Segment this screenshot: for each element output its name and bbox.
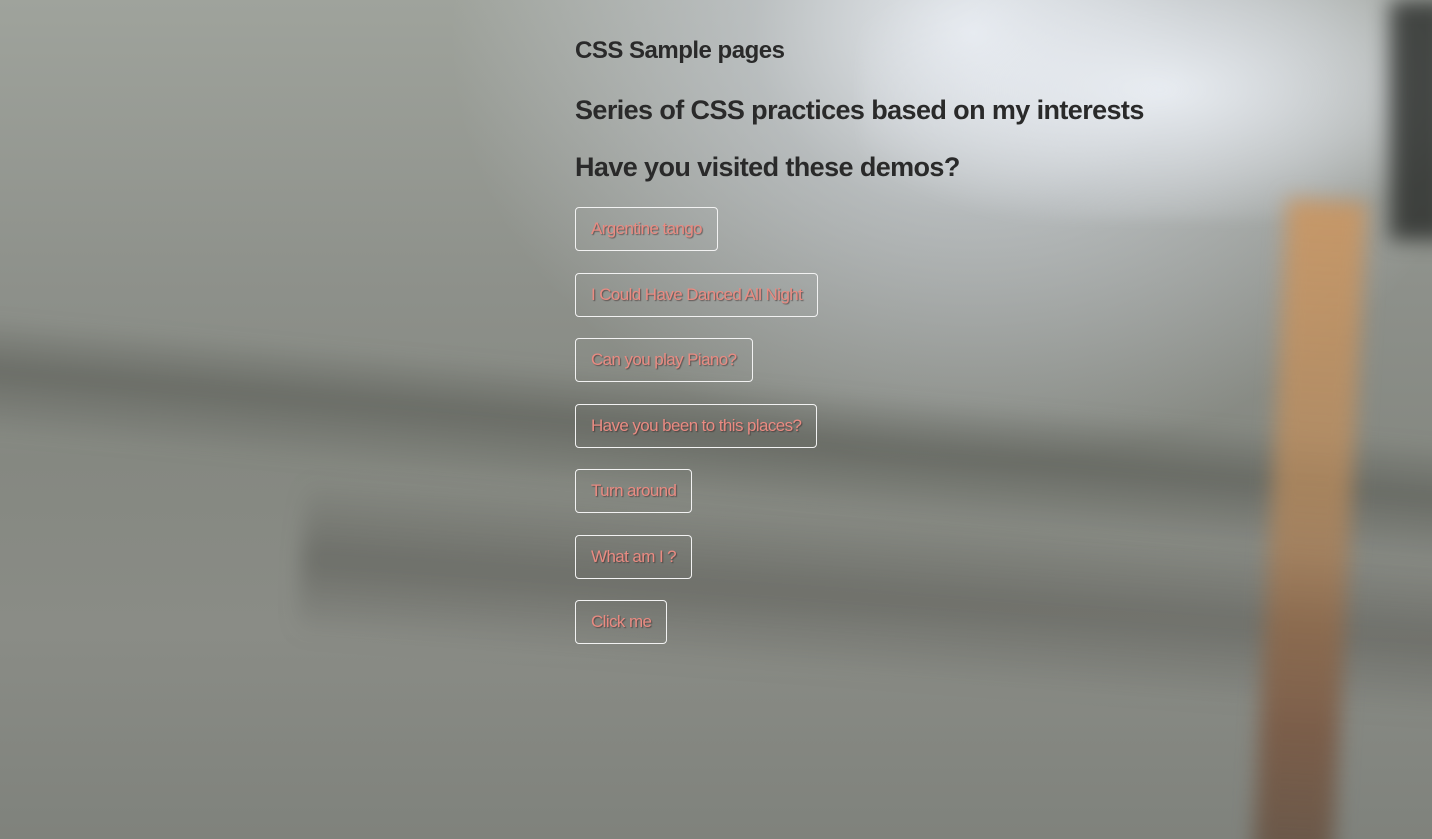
demo-link-list: Argentine tango I Could Have Danced All … [575,207,1375,666]
demo-link-turn-around[interactable]: Turn around [575,469,693,513]
page-title: CSS Sample pages [575,37,785,64]
demo-link-what-am-i[interactable]: What am I ? [575,534,693,579]
main-content: CSS Sample pages Series of CSS practices… [575,30,1375,666]
background-edge [1390,0,1432,240]
demos-prompt: Have you visited these demos? [575,152,960,182]
demo-link-click-me[interactable]: Click me [575,600,668,644]
demo-link-argentine-tango[interactable]: Argentine tango [575,207,719,251]
page-subtitle: Series of CSS practices based on my inte… [575,95,1144,125]
demo-link-danced-all-night[interactable]: I Could Have Danced All Night [575,272,819,317]
demo-link-play-piano[interactable]: Can you play Piano? [575,338,753,382]
demo-link-visited-places[interactable]: Have you been to this places? [575,403,818,448]
